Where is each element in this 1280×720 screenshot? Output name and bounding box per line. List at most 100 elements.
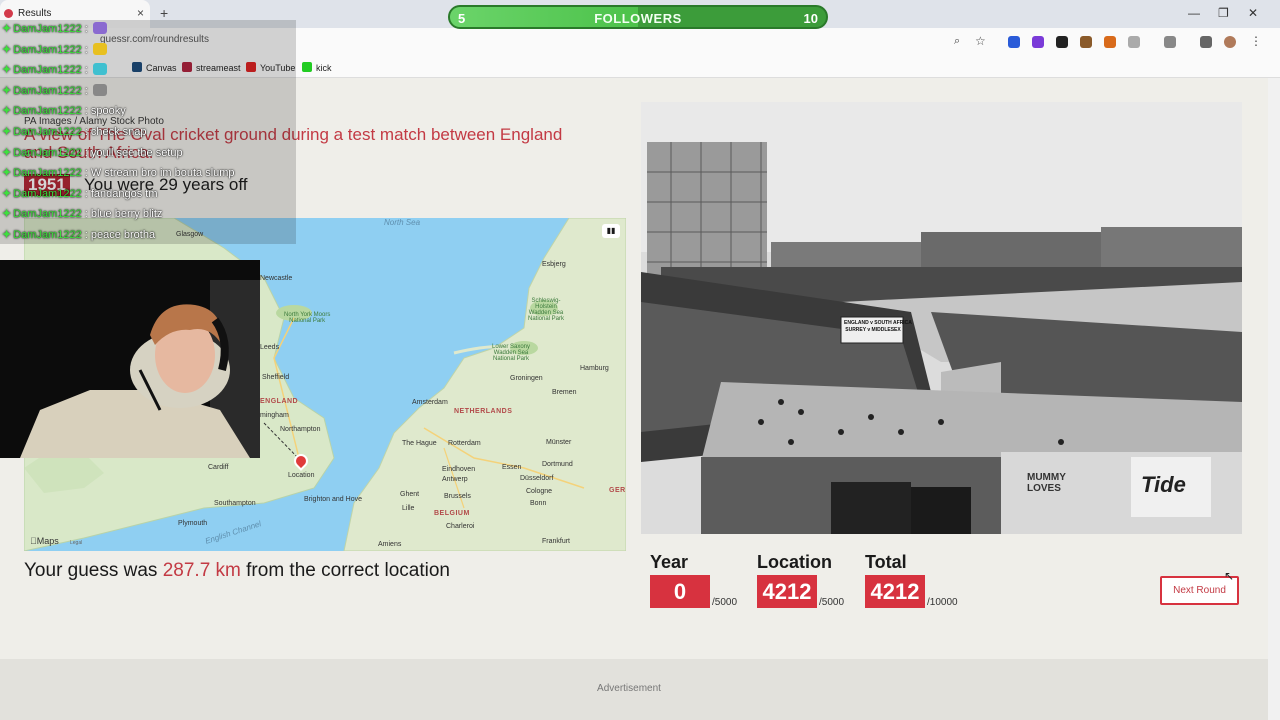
mouse-cursor-icon: ↖ [1224, 569, 1235, 583]
map-label-north-york-moors: North York Moors National Park [284, 312, 331, 324]
chat-separator: : [81, 208, 91, 221]
map-label-newcastle: Newcastle [260, 275, 293, 282]
favicon-icon [4, 9, 13, 18]
score-location-value: 4212 [757, 575, 817, 608]
extension-icon[interactable] [1008, 36, 1020, 48]
webcam-feed [0, 260, 260, 458]
stream-chat-overlay: ✦ DamJam1222 : ✦ DamJam1222 : ✦ DamJam1222 … [0, 20, 296, 244]
map-label-groningen: Groningen [510, 375, 543, 382]
chat-line: ✦ DamJam1222 : [2, 61, 107, 79]
guess-prefix: Your guess was [24, 560, 163, 581]
historical-photo: ENGLAND v SOUTH AFRICA SURREY v MIDDLESE… [641, 102, 1242, 534]
chat-username: DamJam1222 [13, 105, 82, 118]
guess-suffix: from the correct location [240, 560, 450, 581]
map-label-brighton: Brighton and Hove [304, 496, 362, 503]
chat-username: DamJam1222 [13, 64, 82, 77]
score-year-max: /5000 [712, 597, 738, 608]
map-label-germany: GER [609, 487, 626, 494]
tab-close-icon[interactable]: × [137, 6, 144, 20]
map-label-belgium: BELGIUM [434, 510, 470, 517]
maps-logo: Maps [30, 536, 59, 546]
chat-badge-icon: ✦ [2, 23, 12, 35]
chat-line: ✦ DamJam1222 : youll see the setup [2, 144, 183, 162]
map-label-eindhoven: Eindhoven [442, 466, 476, 473]
chat-badge-icon: ✦ [2, 105, 12, 118]
map-layers-button[interactable]: ▮▮ [602, 224, 620, 238]
score-year: Year 0 /5000 [650, 552, 737, 608]
chat-message: blue berry blitz [90, 208, 163, 221]
extension-icon[interactable] [1080, 36, 1092, 48]
map-label-schleswig: Schleswig- Holstein Wadden Sea National … [528, 298, 565, 322]
chat-username: DamJam1222 [13, 187, 82, 200]
map-label-location: Location [288, 472, 315, 479]
extension-icon[interactable] [1056, 36, 1068, 48]
chat-line: ✦ DamJam1222 : [2, 20, 107, 38]
advertisement-label: Advertisement [597, 683, 661, 694]
photo-sign-text: ENGLAND v SOUTH AFRICA SURREY v MIDDLESE… [844, 320, 912, 333]
map-label-dusseldorf: Düsseldorf [520, 475, 554, 482]
score-total-title: Total [865, 552, 907, 572]
zoom-icon[interactable]: ⌕ [954, 35, 960, 48]
map-label-rotterdam: Rotterdam [448, 440, 481, 447]
sidebar-icon[interactable] [1164, 36, 1176, 48]
map-label-dortmund: Dortmund [542, 461, 573, 468]
menu-icon[interactable]: ⋮ [1250, 34, 1262, 48]
avatar[interactable] [1224, 36, 1236, 48]
chat-badge-icon: ✦ [2, 167, 12, 180]
score-year-value: 0 [650, 575, 710, 608]
map-label-cologne: Cologne [526, 488, 553, 495]
photo-ad-mummy-text: MUMMY LOVES [1027, 472, 1066, 494]
map-label-antwerp: Antwerp [442, 476, 468, 483]
score-total-value: 4212 [865, 575, 925, 608]
chat-emote-icon [92, 22, 107, 34]
map-label-lille: Lille [402, 505, 415, 512]
chat-emote-icon [92, 63, 107, 76]
chat-username: DamJam1222 [13, 208, 82, 221]
score-total-max: /10000 [927, 597, 958, 608]
chat-badge-icon: ✦ [2, 64, 12, 77]
map-label-ghent: Ghent [400, 491, 420, 498]
minimize-button[interactable]: — [1188, 6, 1200, 20]
score-year-title: Year [650, 552, 689, 572]
twitch-extension-icon[interactable] [1032, 36, 1044, 48]
star-icon[interactable]: ☆ [975, 34, 986, 48]
restore-button[interactable]: ❐ [1218, 6, 1229, 20]
advertisement-area: Advertisement [0, 659, 1268, 720]
followers-goal-bar: 5 FOLLOWERS 10 [448, 5, 828, 29]
map-label-hamburg: Hamburg [580, 365, 609, 372]
chat-line: ✦ DamJam1222 : spooky [2, 102, 126, 120]
chat-line: ✦ DamJam1222 : [2, 41, 107, 59]
kick-icon [302, 62, 312, 72]
map-label-sheffield: Sheffield [262, 374, 290, 381]
map-label-birmingham: mingham [260, 412, 289, 419]
map-label-charleroi: Charleroi [446, 523, 475, 530]
puzzle-icon[interactable] [1128, 36, 1140, 48]
chat-message: check snap [90, 126, 147, 138]
page-scrollbar[interactable] [1268, 78, 1280, 720]
chat-separator: : [81, 84, 91, 97]
chat-line: ✦ DamJam1222 : peace brotha [2, 226, 155, 244]
score-total: Total 4212 /10000 [865, 552, 958, 608]
media-icon[interactable] [1200, 36, 1212, 48]
chat-separator: : [81, 43, 91, 56]
chat-username: DamJam1222 [13, 126, 82, 138]
chat-line: ✦ DamJam1222 : check snap [2, 123, 147, 141]
guess-distance-text: Your guess was 287.7 km from the correct… [24, 560, 450, 582]
photo-illustration [641, 102, 1242, 534]
map-label-leeds: Leeds [260, 344, 280, 351]
chat-separator: : [81, 167, 91, 180]
map-label-bremen: Bremen [552, 389, 577, 396]
chat-username: DamJam1222 [13, 84, 82, 97]
map-label-england: ENGLAND [260, 398, 299, 405]
chat-username: DamJam1222 [13, 167, 82, 180]
map-label-essen: Essen [502, 464, 522, 471]
new-tab-button[interactable]: + [160, 5, 168, 21]
map-legal-link[interactable]: Legal [70, 540, 82, 546]
followers-target: 10 [803, 11, 818, 26]
followers-label: FOLLOWERS [594, 11, 682, 26]
map-label-amiens: Amiens [378, 541, 402, 548]
bookmark-kick[interactable]: kick [302, 62, 332, 73]
extension-icon[interactable] [1104, 36, 1116, 48]
close-window-button[interactable]: ✕ [1248, 6, 1258, 20]
chat-line: ✦ DamJam1222 : [2, 82, 107, 100]
